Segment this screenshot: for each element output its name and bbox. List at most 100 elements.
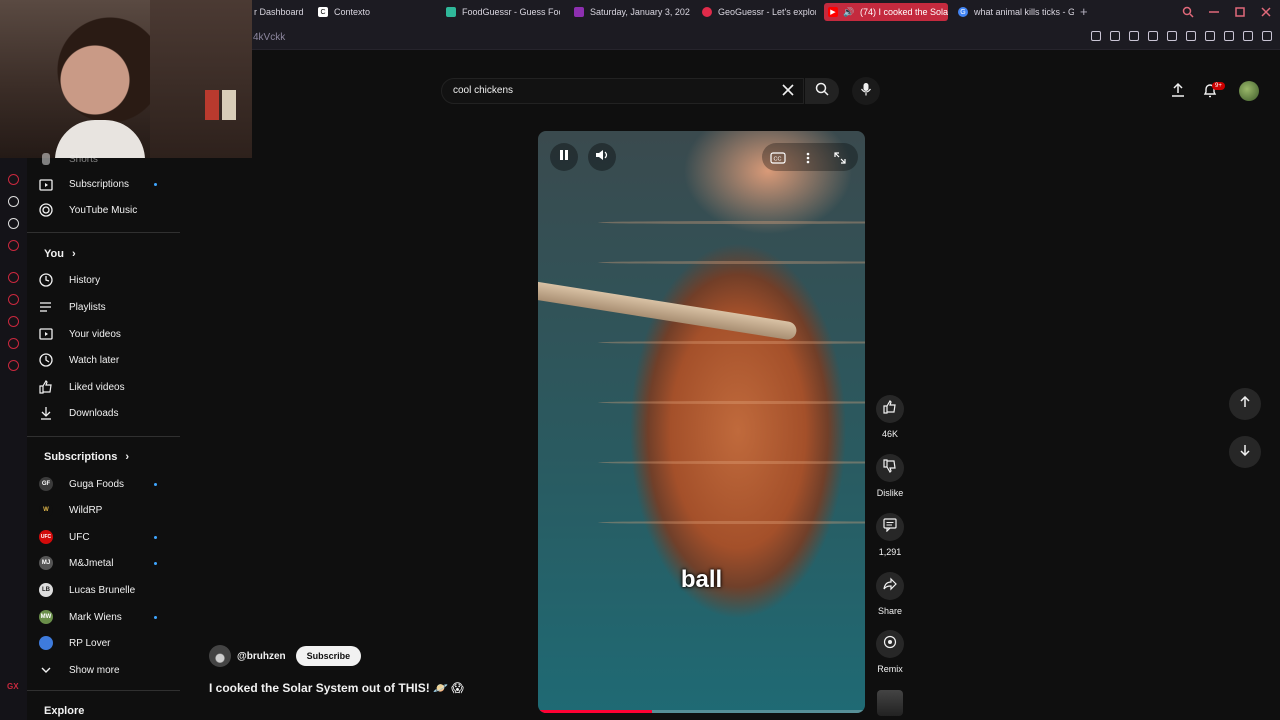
voice-search-button[interactable] — [852, 77, 880, 105]
pin-icon[interactable] — [1091, 31, 1101, 41]
sidebar-section-you[interactable]: You › — [44, 248, 76, 260]
download-icon — [39, 406, 53, 420]
sidebar-item-label: Subscriptions — [69, 178, 130, 190]
more-options-icon[interactable] — [806, 151, 810, 169]
next-short-button[interactable] — [1229, 436, 1261, 468]
sidebar-item-label: History — [69, 274, 101, 286]
dislike-button[interactable] — [876, 454, 904, 482]
channel-avatar — [39, 636, 53, 650]
account-avatar[interactable] — [1239, 81, 1259, 101]
tab-date[interactable]: Saturday, January 3, 2026 — [570, 3, 690, 21]
sidebar-item-label: Watch later — [69, 354, 120, 366]
tab-geoguessr[interactable]: GeoGuessr - Let's explore — [698, 3, 816, 21]
comments-button[interactable] — [876, 513, 904, 541]
sidebar-item-mjmetal[interactable]: MJ M&Jmetal — [39, 550, 179, 576]
shield-icon[interactable] — [1129, 31, 1139, 41]
extensions-icon[interactable] — [1186, 31, 1196, 41]
search-icon — [815, 82, 829, 101]
sidebar-item-watch-later[interactable]: Watch later — [39, 347, 179, 373]
tab-youtube-active[interactable]: ▶ 🔊 (74) I cooked the Solar — [824, 3, 948, 21]
sidebar-item-subscriptions[interactable]: Subscriptions — [39, 171, 179, 197]
share-button[interactable] — [876, 572, 904, 600]
minimize-icon[interactable] — [1208, 5, 1220, 17]
comments-action[interactable]: 1,291 — [872, 513, 908, 557]
captions-icon[interactable]: CC — [770, 151, 786, 169]
youtube-favicon-icon: ▶ — [828, 7, 838, 17]
extensions-sidebar-icon[interactable] — [8, 338, 19, 349]
sidebar-item-downloads[interactable]: Downloads — [39, 400, 179, 426]
new-tab-icon[interactable]: + — [1080, 4, 1088, 19]
calendar-favicon-icon — [574, 7, 584, 17]
sidebar-item-shorts[interactable]: Shorts — [39, 146, 179, 172]
instagram-icon[interactable] — [8, 174, 19, 185]
sidebar-item-rp-lover[interactable]: RP Lover — [39, 630, 179, 656]
sidebar-item-youtube-music[interactable]: YouTube Music — [39, 197, 179, 223]
upload-icon[interactable] — [1170, 82, 1186, 98]
downloads-icon[interactable] — [1224, 31, 1234, 41]
sidebar-item-mark-wiens[interactable]: MW Mark Wiens — [39, 604, 179, 630]
dislike-action[interactable]: Dislike — [872, 454, 908, 498]
sidebar-item-ufc[interactable]: UFC UFC — [39, 524, 179, 550]
sidebar-item-history[interactable]: History — [39, 267, 179, 293]
foodguessr-favicon-icon — [446, 7, 456, 17]
search-button[interactable] — [805, 78, 839, 104]
url-text[interactable]: 4kVckk — [253, 32, 285, 43]
sidebar-item-playlists[interactable]: Playlists — [39, 294, 179, 320]
video-title[interactable]: I cooked the Solar System out of THIS! 🪐… — [209, 681, 464, 695]
sidebar-item-label: Mark Wiens — [69, 611, 122, 623]
sidebar-section-subscriptions[interactable]: Subscriptions › — [44, 451, 129, 463]
sidebar-section-explore[interactable]: Explore — [44, 705, 84, 717]
channel-avatar[interactable] — [209, 645, 231, 667]
menu-icon[interactable] — [1262, 31, 1272, 41]
tiktok-icon[interactable] — [8, 196, 19, 207]
sidebar-item-lucas-brunelle[interactable]: LB Lucas Brunelle — [39, 577, 179, 603]
fullscreen-icon[interactable] — [834, 151, 846, 169]
x-icon[interactable] — [8, 218, 19, 229]
tab-contexto[interactable]: C Contexto — [314, 3, 424, 21]
tab-dashboard[interactable]: r Dashboard — [250, 3, 308, 21]
settings-sidebar-icon[interactable] — [8, 360, 19, 371]
search-input[interactable] — [453, 85, 773, 96]
new-content-dot — [154, 482, 157, 486]
channel-avatar: GF — [39, 477, 53, 491]
player-icon[interactable] — [1148, 31, 1158, 41]
previous-short-button[interactable] — [1229, 388, 1261, 420]
sidebar-item-guga-foods[interactable]: GF Guga Foods — [39, 471, 179, 497]
tab-foodguessr[interactable]: FoodGuessr - Guess Food — [442, 3, 560, 21]
pinboard-icon[interactable] — [8, 294, 19, 305]
sidebar-show-more[interactable]: Show more — [39, 657, 179, 683]
player-sidebar-icon[interactable] — [8, 272, 19, 283]
snapshot-icon[interactable] — [1110, 31, 1120, 41]
search-tabs-icon[interactable] — [1182, 5, 1194, 18]
ai-icon[interactable] — [1243, 31, 1253, 41]
sidebar-item-wildrp[interactable]: W WildRP — [39, 497, 179, 523]
video-frame-detail — [598, 341, 865, 344]
sidebar-item-label: Show more — [69, 664, 120, 676]
clear-search-icon[interactable] — [780, 82, 796, 98]
sound-thumbnail[interactable] — [877, 690, 903, 716]
remix-button[interactable] — [876, 630, 904, 658]
video-progress-bar[interactable] — [538, 710, 865, 713]
channel-handle[interactable]: @bruhzen — [237, 651, 286, 662]
browser-toolbar-icons — [1091, 31, 1272, 41]
volume-button[interactable] — [588, 143, 616, 171]
speaker-icon[interactable]: 🔊 — [843, 7, 854, 17]
maximize-icon[interactable] — [1234, 5, 1246, 17]
profile-icon[interactable] — [1205, 31, 1215, 41]
twitch-icon[interactable] — [8, 240, 19, 251]
heart-icon[interactable] — [1167, 31, 1177, 41]
shorts-video-player[interactable]: CC ball — [538, 131, 865, 713]
playlists-icon — [39, 300, 53, 314]
history-sidebar-icon[interactable] — [8, 316, 19, 327]
close-window-icon[interactable] — [1260, 5, 1272, 17]
sidebar-item-label: YouTube Music — [69, 204, 138, 216]
like-button[interactable] — [876, 395, 904, 423]
pause-button[interactable] — [550, 143, 578, 171]
sidebar-item-your-videos[interactable]: Your videos — [39, 321, 179, 347]
tab-google[interactable]: G what animal kills ticks - Go — [954, 3, 1074, 21]
remix-action[interactable]: Remix — [872, 630, 908, 674]
subscribe-button[interactable]: Subscribe — [295, 646, 362, 666]
sidebar-item-liked-videos[interactable]: Liked videos — [39, 374, 179, 400]
share-action[interactable]: Share — [872, 572, 908, 616]
like-action[interactable]: 46K — [872, 395, 908, 439]
